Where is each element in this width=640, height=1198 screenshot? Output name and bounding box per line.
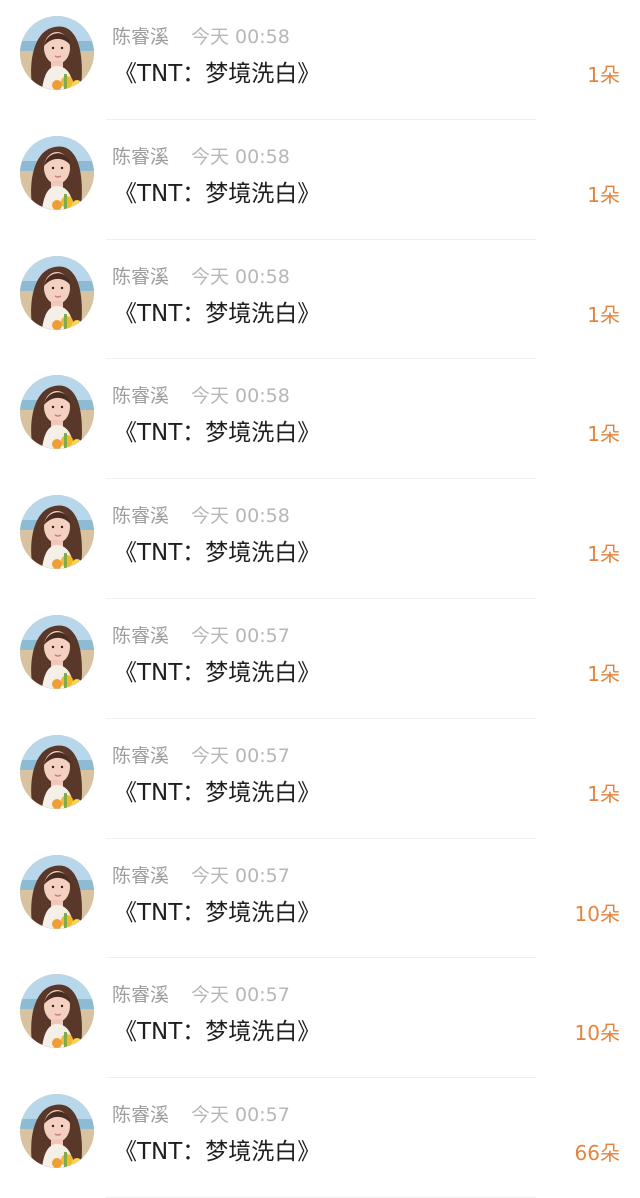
- timestamp: 今天 00:58: [191, 385, 290, 408]
- username: 陈睿溪: [112, 385, 170, 408]
- gift-count: 10朵: [574, 1021, 620, 1046]
- gift-message: 《TNT：梦境洗白》: [114, 540, 321, 567]
- avatar[interactable]: [20, 375, 94, 450]
- list-item[interactable]: 陈睿溪 今天 00:57 《TNT：梦境洗白》 10朵: [0, 958, 640, 1079]
- gift-message: 《TNT：梦境洗白》: [114, 1139, 321, 1166]
- username: 陈睿溪: [112, 984, 170, 1007]
- avatar-icon: [20, 375, 94, 450]
- username: 陈睿溪: [112, 265, 170, 288]
- gift-message: 《TNT：梦境洗白》: [114, 1019, 321, 1046]
- avatar-icon: [20, 974, 94, 1049]
- gift-count: 1朵: [587, 781, 620, 806]
- list-item[interactable]: 陈睿溪 今天 00:58 《TNT：梦境洗白》 1朵: [0, 240, 640, 360]
- avatar[interactable]: [20, 615, 94, 689]
- gift-message: 《TNT：梦境洗白》: [114, 180, 321, 207]
- list-item[interactable]: 陈睿溪 今天 00:58 《TNT：梦境洗白》 1朵: [0, 479, 640, 599]
- avatar-icon: [20, 495, 94, 570]
- timestamp: 今天 00:58: [191, 505, 290, 528]
- timestamp: 今天 00:57: [191, 744, 290, 767]
- gift-message: 《TNT：梦境洗白》: [114, 300, 321, 327]
- list-item[interactable]: 陈睿溪 今天 00:57 《TNT：梦境洗白》 1朵: [0, 719, 640, 839]
- timestamp: 今天 00:57: [191, 1104, 290, 1127]
- avatar[interactable]: [20, 854, 94, 929]
- avatar-icon: [20, 135, 94, 210]
- gift-count: 10朵: [574, 901, 620, 926]
- gift-count: 66朵: [574, 1141, 620, 1166]
- avatar[interactable]: [20, 16, 94, 90]
- avatar[interactable]: [20, 135, 94, 210]
- gift-count: 1朵: [587, 63, 620, 87]
- username: 陈睿溪: [112, 625, 170, 647]
- gift-message: 《TNT：梦境洗白》: [114, 899, 321, 926]
- avatar[interactable]: [20, 1094, 94, 1169]
- list-item[interactable]: 陈睿溪 今天 00:58 《TNT：梦境洗白》 1朵: [0, 0, 640, 120]
- gift-message: 《TNT：梦境洗白》: [114, 779, 321, 806]
- username: 陈睿溪: [112, 864, 170, 887]
- username: 陈睿溪: [112, 744, 170, 767]
- timestamp: 今天 00:57: [191, 625, 290, 647]
- avatar[interactable]: [20, 495, 94, 570]
- avatar[interactable]: [20, 974, 94, 1049]
- username: 陈睿溪: [112, 26, 170, 48]
- gift-count: 1朵: [587, 662, 620, 686]
- gift-count: 1朵: [587, 302, 620, 327]
- avatar-icon: [20, 854, 94, 929]
- avatar[interactable]: [20, 734, 94, 809]
- gift-message: 《TNT：梦境洗白》: [114, 660, 321, 686]
- username: 陈睿溪: [112, 145, 170, 168]
- gift-message: 《TNT：梦境洗白》: [114, 61, 321, 87]
- username: 陈睿溪: [112, 505, 170, 528]
- avatar[interactable]: [20, 255, 94, 330]
- avatar-icon: [20, 734, 94, 809]
- gift-record-list: 陈睿溪 今天 00:58 《TNT：梦境洗白》 1朵 陈睿溪 今天 00:58 …: [0, 0, 640, 1198]
- timestamp: 今天 00:58: [191, 145, 290, 168]
- list-item[interactable]: 陈睿溪 今天 00:57 《TNT：梦境洗白》 66朵: [0, 1078, 640, 1198]
- avatar-icon: [20, 255, 94, 330]
- gift-count: 1朵: [587, 422, 620, 447]
- gift-message: 《TNT：梦境洗白》: [114, 420, 321, 447]
- list-item[interactable]: 陈睿溪 今天 00:58 《TNT：梦境洗白》 1朵: [0, 359, 640, 480]
- timestamp: 今天 00:57: [191, 864, 290, 887]
- avatar-icon: [20, 16, 94, 90]
- list-item[interactable]: 陈睿溪 今天 00:58 《TNT：梦境洗白》 1朵: [0, 120, 640, 240]
- avatar-icon: [20, 1094, 94, 1169]
- avatar-icon: [20, 615, 94, 689]
- list-item[interactable]: 陈睿溪 今天 00:57 《TNT：梦境洗白》 1朵: [0, 599, 640, 719]
- timestamp: 今天 00:58: [191, 265, 290, 288]
- username: 陈睿溪: [112, 1104, 170, 1127]
- gift-count: 1朵: [587, 542, 620, 567]
- timestamp: 今天 00:57: [191, 984, 290, 1007]
- timestamp: 今天 00:58: [191, 26, 290, 48]
- gift-count: 1朵: [587, 182, 620, 207]
- list-item[interactable]: 陈睿溪 今天 00:57 《TNT：梦境洗白》 10朵: [0, 839, 640, 959]
